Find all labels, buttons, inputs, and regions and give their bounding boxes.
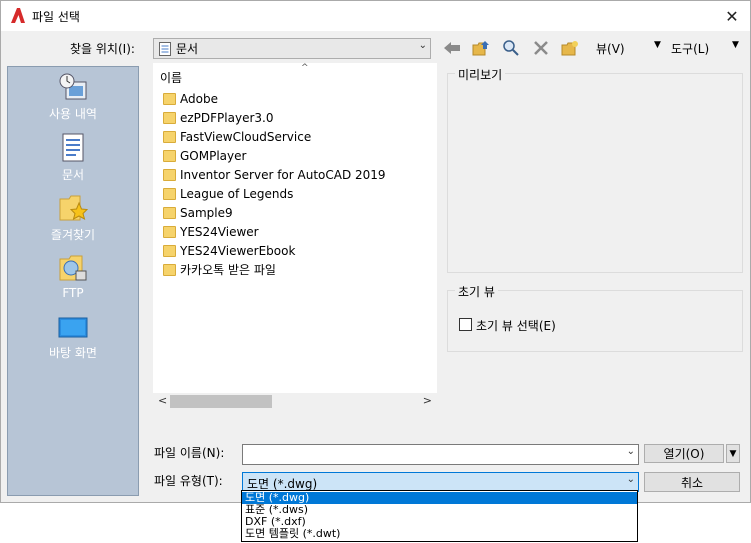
new-folder-icon xyxy=(561,41,578,56)
new-folder-button[interactable] xyxy=(558,37,582,59)
file-select-dialog: 파일 선택 ✕ 찾을 위치(I): 문서 ⌄ 뷰(V) ▼ 도구(L) ▼ 사용… xyxy=(0,0,751,503)
list-item[interactable]: YES24ViewerEbook xyxy=(163,241,295,260)
scroll-right-icon[interactable]: > xyxy=(423,394,432,407)
filetype-dropdown-list: 도면 (*.dwg) 표준 (*.dws) DXF (*.dxf) 도면 템플릿… xyxy=(241,490,638,542)
caret-down-icon: ▼ xyxy=(729,448,737,459)
folder-icon xyxy=(163,263,176,276)
filetype-option[interactable]: 도면 템플릿 (*.dwt) xyxy=(242,528,637,540)
up-folder-button[interactable] xyxy=(469,37,493,59)
list-item[interactable]: ezPDFPlayer3.0 xyxy=(163,108,274,127)
list-item[interactable]: Inventor Server for AutoCAD 2019 xyxy=(163,165,386,184)
initial-view-checkbox[interactable] xyxy=(459,318,472,331)
filetype-select[interactable]: 도면 (*.dwg) ⌄ xyxy=(242,472,639,492)
lookin-label: 찾을 위치(I): xyxy=(70,42,135,56)
lookin-value: 문서 xyxy=(176,42,199,56)
place-ftp[interactable]: FTP xyxy=(8,253,138,300)
close-button[interactable]: ✕ xyxy=(714,1,750,31)
place-label: 바탕 화면 xyxy=(49,346,97,360)
horizontal-scrollbar[interactable]: < > xyxy=(153,393,437,410)
place-favorites[interactable]: 즐겨찾기 xyxy=(8,193,138,243)
view-menu[interactable]: 뷰(V) xyxy=(596,40,625,57)
favorites-icon xyxy=(59,195,88,221)
lookin-dropdown[interactable]: 문서 ⌄ xyxy=(153,38,431,59)
delete-button[interactable] xyxy=(529,37,553,59)
chevron-down-icon: ⌄ xyxy=(418,40,427,51)
open-button[interactable]: 열기(O) xyxy=(644,444,724,463)
window-title: 파일 선택 xyxy=(32,10,80,24)
list-item[interactable]: YES24Viewer xyxy=(163,222,259,241)
back-arrow-icon xyxy=(444,42,460,54)
open-options-dropdown[interactable]: ▼ xyxy=(726,444,740,463)
folder-icon xyxy=(163,130,176,143)
folder-icon xyxy=(163,168,176,181)
place-label: FTP xyxy=(62,286,84,300)
places-bar: 사용 내역 문서 즐겨찾기 FTP 바탕 화면 xyxy=(7,66,139,496)
scrollbar-thumb[interactable] xyxy=(170,395,272,408)
search-web-icon xyxy=(503,40,519,56)
folder-icon xyxy=(163,225,176,238)
history-icon xyxy=(59,73,87,100)
scroll-left-icon[interactable]: < xyxy=(158,394,167,407)
list-item[interactable]: League of Legends xyxy=(163,184,293,203)
autocad-logo-icon xyxy=(11,8,25,23)
preview-title: 미리보기 xyxy=(455,66,506,83)
list-item[interactable]: Adobe xyxy=(163,89,218,108)
caret-down-icon: ▼ xyxy=(732,40,739,50)
search-web-button[interactable] xyxy=(499,37,523,59)
initial-view-title: 초기 뷰 xyxy=(455,283,498,300)
back-button[interactable] xyxy=(440,37,464,59)
preview-group: 미리보기 xyxy=(447,66,743,273)
document-icon xyxy=(159,42,171,56)
place-history[interactable]: 사용 내역 xyxy=(8,72,138,122)
folder-icon xyxy=(163,149,176,162)
desktop-icon xyxy=(58,317,88,338)
delete-icon xyxy=(534,41,548,55)
filetype-label: 파일 유형(T): xyxy=(154,474,223,488)
folder-icon xyxy=(163,244,176,257)
folder-icon xyxy=(163,206,176,219)
title-bar: 파일 선택 ✕ xyxy=(1,1,750,31)
place-documents[interactable]: 문서 xyxy=(8,133,138,183)
place-label: 사용 내역 xyxy=(49,107,97,121)
place-label: 즐겨찾기 xyxy=(50,228,96,242)
tools-menu[interactable]: 도구(L) xyxy=(671,40,709,57)
list-item[interactable]: Sample9 xyxy=(163,203,233,222)
caret-down-icon: ▼ xyxy=(654,40,661,50)
documents-icon xyxy=(62,133,84,162)
list-item[interactable]: GOMPlayer xyxy=(163,146,246,165)
file-list[interactable]: ^ 이름 Adobe ezPDFPlayer3.0 FastViewCloudS… xyxy=(153,63,437,393)
cancel-button[interactable]: 취소 xyxy=(644,472,740,492)
column-header-name[interactable]: 이름 xyxy=(160,69,182,86)
list-item[interactable]: 카카오톡 받은 파일 xyxy=(163,260,276,279)
sort-ascending-icon: ^ xyxy=(301,63,309,73)
initial-view-group: 초기 뷰 초기 뷰 선택(E) xyxy=(447,283,743,352)
initial-view-checkbox-label[interactable]: 초기 뷰 선택(E) xyxy=(476,317,556,334)
chevron-down-icon: ⌄ xyxy=(626,446,635,457)
place-desktop[interactable]: 바탕 화면 xyxy=(8,317,138,361)
ftp-icon xyxy=(59,255,87,281)
up-folder-icon xyxy=(472,41,489,56)
folder-icon xyxy=(163,92,176,105)
list-item[interactable]: FastViewCloudService xyxy=(163,127,311,146)
folder-icon xyxy=(163,187,176,200)
place-label: 문서 xyxy=(61,168,85,182)
close-icon: ✕ xyxy=(725,6,739,26)
chevron-down-icon: ⌄ xyxy=(626,474,635,485)
filename-input[interactable]: ⌄ xyxy=(242,444,639,465)
folder-icon xyxy=(163,111,176,124)
filename-label: 파일 이름(N): xyxy=(154,446,225,460)
